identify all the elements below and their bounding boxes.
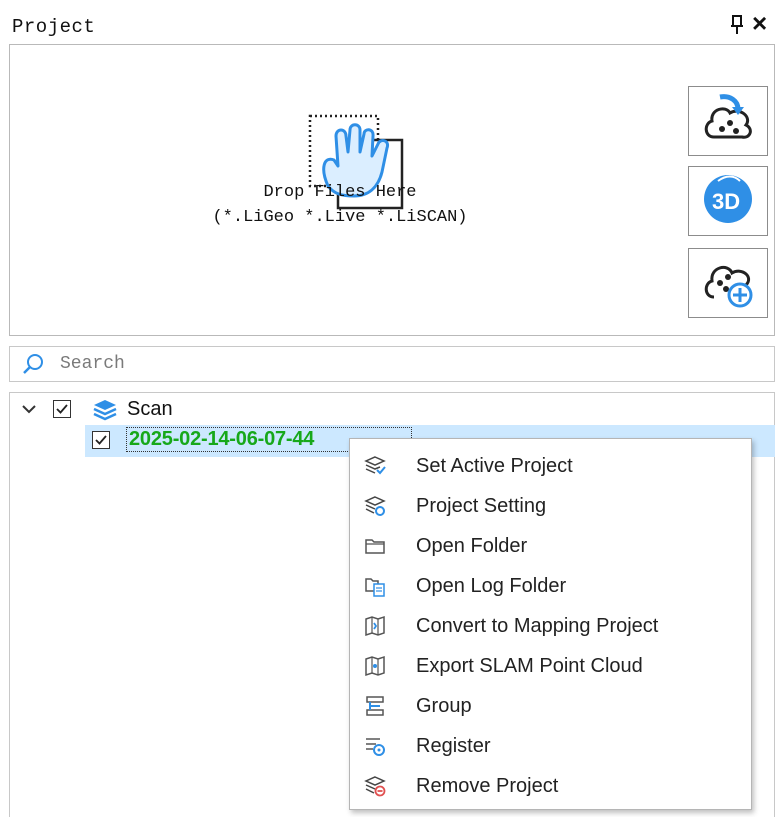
cloud-add-icon bbox=[700, 253, 756, 314]
menu-item-label: Remove Project bbox=[416, 775, 559, 797]
menu-item-label: Convert to Mapping Project bbox=[416, 615, 659, 637]
menu-item-label: Export SLAM Point Cloud bbox=[416, 655, 643, 677]
add-cloud-button[interactable] bbox=[688, 248, 768, 318]
drop-instructions: Drop Files Here (*.LiGeo *.Live *.LiSCAN… bbox=[170, 180, 510, 230]
3d-globe-icon: 3D bbox=[700, 171, 756, 232]
menu-item-label: Group bbox=[416, 695, 472, 717]
menu-item-open-folder[interactable]: Open Folder bbox=[350, 526, 751, 566]
search-box[interactable] bbox=[9, 346, 775, 382]
menu-item-convert-to-mapping-project[interactable]: Convert to Mapping Project bbox=[350, 606, 751, 646]
layers-remove-icon bbox=[364, 775, 386, 797]
menu-item-label: Open Log Folder bbox=[416, 575, 567, 597]
menu-item-remove-project[interactable]: Remove Project bbox=[350, 766, 751, 806]
panel-titlebar: Project × bbox=[0, 0, 776, 44]
tree-item-scan[interactable]: Scan bbox=[127, 398, 173, 421]
layers-gear-icon bbox=[364, 495, 386, 517]
menu-item-label: Set Active Project bbox=[416, 455, 573, 477]
menu-item-open-log-folder[interactable]: Open Log Folder bbox=[350, 566, 751, 606]
map-convert-icon bbox=[364, 615, 386, 637]
context-menu: Set Active Project Project Setting Open … bbox=[349, 438, 752, 810]
panel-title: Project bbox=[12, 16, 96, 38]
layers-icon bbox=[92, 398, 118, 427]
search-icon bbox=[23, 353, 45, 375]
3d-view-button[interactable]: 3D bbox=[688, 166, 768, 236]
drop-line-1: Drop Files Here bbox=[263, 183, 417, 202]
scan-checkbox[interactable] bbox=[53, 400, 71, 418]
menu-item-label: Open Folder bbox=[416, 535, 528, 557]
drop-line-2: (*.LiGeo *.Live *.LiSCAN) bbox=[212, 208, 468, 227]
chevron-down-icon[interactable] bbox=[21, 402, 37, 420]
menu-item-group[interactable]: Group bbox=[350, 686, 751, 726]
map-export-icon bbox=[364, 655, 386, 677]
menu-item-set-active-project[interactable]: Set Active Project bbox=[350, 446, 751, 486]
layers-check-icon bbox=[364, 455, 386, 477]
cloud-open-icon bbox=[700, 91, 756, 152]
menu-item-register[interactable]: Register bbox=[350, 726, 751, 766]
menu-item-export-slam-point-cloud[interactable]: Export SLAM Point Cloud bbox=[350, 646, 751, 686]
menu-item-label: Project Setting bbox=[416, 495, 547, 517]
group-icon bbox=[364, 695, 386, 717]
pin-icon[interactable] bbox=[729, 14, 745, 36]
project-checkbox[interactable] bbox=[92, 431, 110, 449]
menu-item-project-setting[interactable]: Project Setting bbox=[350, 486, 751, 526]
close-icon[interactable]: × bbox=[752, 10, 767, 36]
menu-item-label: Register bbox=[416, 735, 491, 757]
folder-icon bbox=[364, 535, 386, 557]
register-icon bbox=[364, 735, 386, 757]
log-folder-icon bbox=[364, 575, 386, 597]
svg-text:3D: 3D bbox=[712, 189, 740, 214]
open-cloud-button[interactable] bbox=[688, 86, 768, 156]
search-input[interactable] bbox=[60, 351, 760, 377]
